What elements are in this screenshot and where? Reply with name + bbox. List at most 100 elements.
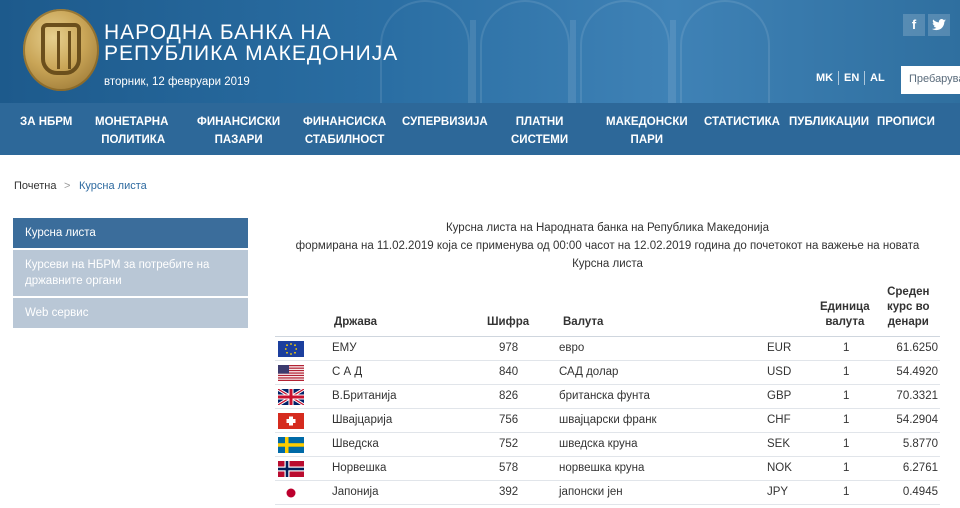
header-decoration [570,20,576,103]
cell-currency: британска фунта [559,390,650,402]
cell-code: 840 [499,366,519,378]
breadcrumb-current[interactable]: Курсна листа [79,180,147,192]
header-decoration [580,0,670,103]
cell-country: В.Британија [332,390,397,402]
header-decoration [670,20,676,103]
table-row: В.Британија 826 британска фунта GBP 1 70… [275,385,940,409]
cell-unit: 1 [843,390,850,402]
current-date: вторник, 12 февруари 2019 [104,76,250,88]
nav-item-statistics[interactable]: СТАТИСТИКА [704,113,780,131]
caption-line: Курсна листа [572,258,643,270]
cell-code: 978 [499,342,519,354]
us-flag-icon [278,365,304,381]
cell-rate: 0.4945 [902,486,938,498]
cell-country: ЕМУ [332,342,357,354]
cell-code: 578 [499,462,519,474]
nav-item-macedonian-money[interactable]: МАКЕДОНСКИ ПАРИ [606,113,688,149]
lang-divider [838,71,839,85]
sidebar-item-exchange-rates[interactable]: Курсна листа [13,218,248,250]
cell-unit: 1 [843,414,850,426]
se-flag-icon [278,437,304,453]
cell-country: Јапонија [332,486,379,498]
sidebar-item-web-service[interactable]: Web сервис [13,298,248,330]
cell-currency: САД долар [559,366,619,378]
ch-flag-icon [278,413,304,429]
table-row: Шведска 752 шведска круна SEK 1 5.8770 [275,433,940,457]
nav-item-financial-stability[interactable]: ФИНАНСИСКА СТАБИЛНОСТ [303,113,386,149]
cell-rate: 70.3321 [896,390,938,402]
col-header-unit: Единица валута [820,301,870,328]
cell-code: 392 [499,486,519,498]
lang-mk[interactable]: MK [816,72,833,84]
cell-unit: 1 [843,486,850,498]
cell-unit: 1 [843,438,850,450]
cell-currency: јапонски јен [559,486,623,498]
search-input[interactable]: Пребарува [901,66,960,94]
bank-title-line1: НАРОДНА БАНКА НА [104,21,332,44]
site-header: НАРОДНА БАНКА НА РЕПУБЛИКА МАКЕДОНИЈА вт… [0,0,960,103]
jp-flag-icon [278,485,304,501]
cell-code: 752 [499,438,519,450]
cell-country: Шведска [332,438,379,450]
table-row: С А Д 840 САД долар USD 1 54.4920 [275,361,940,385]
rate-list-caption: Курсна листа на Народната банка на Репуб… [275,219,940,273]
col-header-code: Шифра [487,316,530,328]
cell-unit: 1 [843,462,850,474]
cell-rate: 54.4920 [896,366,938,378]
cell-code: 756 [499,414,519,426]
main-nav: ЗА НБРМ МОНЕТАРНА ПОЛИТИКА ФИНАНСИСКИ ПАЗА… [0,103,960,155]
cell-rate: 6.2761 [902,462,938,474]
table-row: Јапонија 392 јапонски јен JPY 1 0.4945 [275,481,940,505]
cell-unit: 1 [843,342,850,354]
cell-iso: NOK [767,462,792,474]
cell-iso: JPY [767,486,789,498]
cell-iso: GBP [767,390,792,402]
header-decoration [470,20,476,103]
cell-rate: 5.8770 [902,438,938,450]
lang-al[interactable]: AL [870,72,885,84]
table-row: ЕМУ 978 евро EUR 1 61.6250 [275,337,940,361]
nav-item-regulations[interactable]: ПРОПИСИ [877,113,935,131]
caption-line: формирана на 11.02.2019 која се применув… [295,240,920,252]
cell-currency: швајцарски франк [559,414,657,426]
header-decoration [480,0,570,103]
nav-item-financial-markets[interactable]: ФИНАНСИСКИ ПАЗАРИ [197,113,280,149]
table-row: Швајцарија 756 швајцарски франк CHF 1 54… [275,409,940,433]
header-decoration [680,0,770,103]
cell-rate: 54.2904 [896,414,938,426]
breadcrumb-home[interactable]: Почетна [14,180,57,192]
cell-iso: USD [767,366,792,378]
cell-currency: евро [559,342,585,354]
cell-country: Швајцарија [332,414,393,426]
col-header-country: Држава [334,316,378,328]
nbrm-logo[interactable] [23,9,99,91]
nav-item-monetary-policy[interactable]: МОНЕТАРНА ПОЛИТИКА [95,113,168,149]
cell-code: 826 [499,390,519,402]
lang-divider [864,71,865,85]
caption-line: Курсна листа на Народната банка на Репуб… [445,222,769,234]
cell-country: Норвешка [332,462,387,474]
bank-title[interactable]: НАРОДНА БАНКА НА РЕПУБЛИКА МАКЕДОНИЈА [104,22,398,64]
cell-currency: шведска круна [559,438,638,450]
cell-unit: 1 [843,366,850,378]
lang-en[interactable]: EN [844,72,859,84]
facebook-icon[interactable]: f [903,14,925,36]
cell-iso: EUR [767,342,792,354]
cell-iso: SEK [767,438,791,450]
twitter-icon[interactable] [928,14,950,36]
cell-currency: норвешка круна [559,462,645,474]
eu-flag-icon [278,341,304,357]
nav-item-about[interactable]: ЗА НБРМ [20,113,72,131]
sidebar: Курсна листа Курсеви на НБРМ за потребит… [13,218,248,330]
nav-item-payment-systems[interactable]: ПЛАТНИ СИСТЕМИ [511,113,568,149]
col-header-currency: Валута [563,316,604,328]
col-header-rate: Среден курс во денари [887,286,930,328]
cell-country: С А Д [332,366,363,378]
cell-rate: 61.6250 [896,342,938,354]
sidebar-item-state-rates[interactable]: Курсеви на НБРМ за потребите на државнит… [13,250,248,298]
bank-title-line2: РЕПУБЛИКА МАКЕДОНИЈА [104,42,399,65]
cell-iso: CHF [767,414,791,426]
uk-flag-icon [278,389,304,405]
nav-item-supervision[interactable]: СУПЕРВИЗИЈА [402,113,488,131]
nav-item-publications[interactable]: ПУБЛИКАЦИИ [789,113,869,131]
